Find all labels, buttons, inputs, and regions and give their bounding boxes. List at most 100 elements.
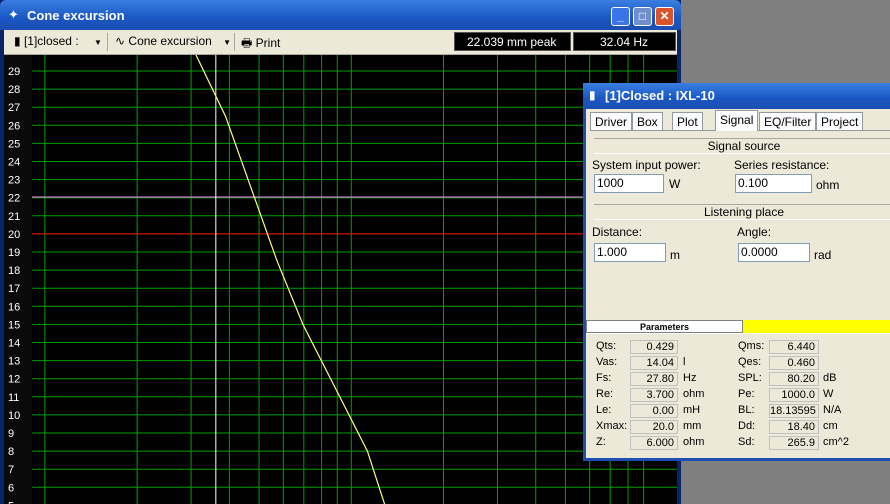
toolbar-separator — [234, 33, 235, 51]
tab-eq-filter[interactable]: EQ/Filter — [759, 112, 817, 130]
title-bar[interactable]: ✦ Cone excursion _ □ ✕ — [0, 0, 681, 30]
wave-icon: ∿ — [115, 34, 126, 48]
parameters-window: ▮ [1]Closed : IXL-10 Driver Box Plot Sig… — [583, 83, 890, 461]
resistance-label: Series resistance: — [734, 158, 830, 172]
y-tick-label: 25 — [8, 138, 20, 150]
document-icon: ▮ — [14, 34, 21, 48]
param-unit: ohm — [683, 388, 705, 400]
param-label: SPL: — [738, 372, 762, 384]
y-tick-label: 7 — [8, 464, 14, 476]
param-value: 265.9 — [769, 436, 819, 450]
toolbar: ▮ [1]closed : ▼ ∿ Cone excursion ▼ 🖶 Pri… — [4, 30, 677, 55]
excursion-point — [276, 260, 278, 262]
param-unit: Hz — [683, 372, 697, 384]
param-unit: mH — [683, 404, 701, 416]
project-select[interactable]: ▮ [1]closed : ▼ — [14, 34, 102, 48]
param-label: Pe: — [738, 388, 755, 400]
y-tick-label: 5 — [8, 500, 14, 504]
distance-label: Distance: — [592, 225, 643, 239]
param-label: Dd: — [738, 420, 756, 432]
param-unit: W — [823, 388, 834, 400]
param-unit: cm — [823, 420, 838, 432]
y-tick-label: 20 — [8, 229, 20, 241]
chart-svg: 29 28 27 26 25 24 23 22 21 20 19 18 17 16 15 14 13 12 11 10… — [4, 55, 677, 504]
excursion-point — [253, 197, 256, 199]
excursion-curve — [195, 55, 386, 504]
tab-box[interactable]: Box — [632, 112, 663, 130]
param-unit: cm^2 — [823, 436, 849, 448]
parameters-window-title: [1]Closed : IXL-10 — [605, 88, 715, 103]
param-label: Sd: — [738, 436, 755, 448]
y-tick-label: 26 — [8, 120, 20, 132]
param-value: 18.13595 — [769, 404, 819, 418]
document-icon: ▮ — [589, 88, 596, 102]
y-tick-label: 10 — [8, 410, 20, 422]
peak-readout: 22.039 mm peak — [454, 32, 571, 51]
param-value: 0.00 — [630, 404, 678, 418]
param-value: 0.460 — [769, 356, 819, 370]
angle-unit: rad — [814, 248, 832, 262]
y-tick-label: 16 — [8, 301, 20, 313]
param-value: 6.000 — [630, 436, 678, 450]
distance-unit: m — [670, 248, 680, 262]
param-value: 20.0 — [630, 420, 678, 434]
power-unit: W — [669, 177, 681, 191]
y-tick-label: 28 — [8, 84, 20, 96]
resistance-input[interactable]: 0.100 — [735, 174, 812, 193]
y-tick-label: 18 — [8, 265, 20, 277]
param-label: Z: — [596, 436, 606, 448]
y-tick-label: 21 — [8, 211, 20, 223]
print-button[interactable]: 🖶 Print — [241, 34, 280, 55]
resistance-unit: ohm — [816, 178, 840, 192]
y-tick-label: 14 — [8, 338, 20, 350]
param-unit: l — [683, 356, 686, 368]
frequency-readout: 32.04 Hz — [573, 32, 676, 51]
y-tick-label: 8 — [8, 446, 14, 458]
signal-source-heading: Signal source — [594, 138, 890, 154]
tab-signal[interactable]: Signal — [715, 110, 759, 131]
app-icon: ✦ — [8, 7, 19, 22]
excursion-point — [334, 387, 336, 389]
power-label: System input power: — [592, 158, 701, 172]
tab-project[interactable]: Project — [816, 112, 864, 130]
param-unit: ohm — [683, 436, 705, 448]
param-value: 18.40 — [769, 420, 819, 434]
excursion-point — [366, 450, 368, 452]
tab-driver[interactable]: Driver — [590, 112, 632, 130]
angle-label: Angle: — [737, 225, 772, 239]
minimize-button[interactable]: _ — [611, 7, 630, 26]
close-button[interactable]: ✕ — [655, 7, 674, 26]
y-tick-label: 11 — [8, 392, 19, 404]
param-value: 6.440 — [769, 340, 819, 354]
angle-input[interactable]: 0.0000 — [738, 243, 810, 262]
y-tick-label: 13 — [8, 356, 20, 368]
maximize-button[interactable]: □ — [633, 7, 652, 26]
param-label: Le: — [596, 404, 612, 416]
param-unit: dB — [823, 372, 837, 384]
param-label: Qes: — [738, 356, 762, 368]
power-input[interactable]: 1000 — [594, 174, 664, 193]
excursion-plot[interactable]: 29 28 27 26 25 24 23 22 21 20 19 18 17 16 15 14 13 12 11 10… — [4, 55, 677, 504]
parameters-title-bar[interactable]: ▮ [1]Closed : IXL-10 — [583, 83, 890, 109]
parameters-tab-bar: Parameters — [586, 320, 890, 334]
param-label: Qms: — [738, 340, 765, 352]
param-unit: mm — [683, 420, 702, 432]
param-label: Vas: — [596, 356, 618, 368]
param-value: 3.700 — [630, 388, 678, 402]
y-tick-label: 24 — [8, 157, 20, 169]
param-value: 0.429 — [630, 340, 678, 354]
printer-icon: 🖶 — [241, 36, 253, 50]
parameters-heading[interactable]: Parameters — [586, 320, 743, 333]
dropdown-arrow-icon: ▼ — [223, 38, 232, 47]
param-label: Re: — [596, 388, 614, 400]
tab-plot[interactable]: Plot — [672, 112, 703, 130]
param-value: 14.04 — [630, 356, 678, 370]
param-label: Fs: — [596, 372, 612, 384]
toolbar-separator — [107, 33, 108, 51]
param-value: 80.20 — [769, 372, 819, 386]
distance-input[interactable]: 1.000 — [594, 243, 666, 262]
param-value: 1000.0 — [769, 388, 819, 402]
y-tick-label: 22 — [8, 193, 20, 205]
plot-select[interactable]: ∿ Cone excursion ▼ — [115, 34, 231, 48]
dropdown-arrow-icon: ▼ — [94, 38, 102, 47]
